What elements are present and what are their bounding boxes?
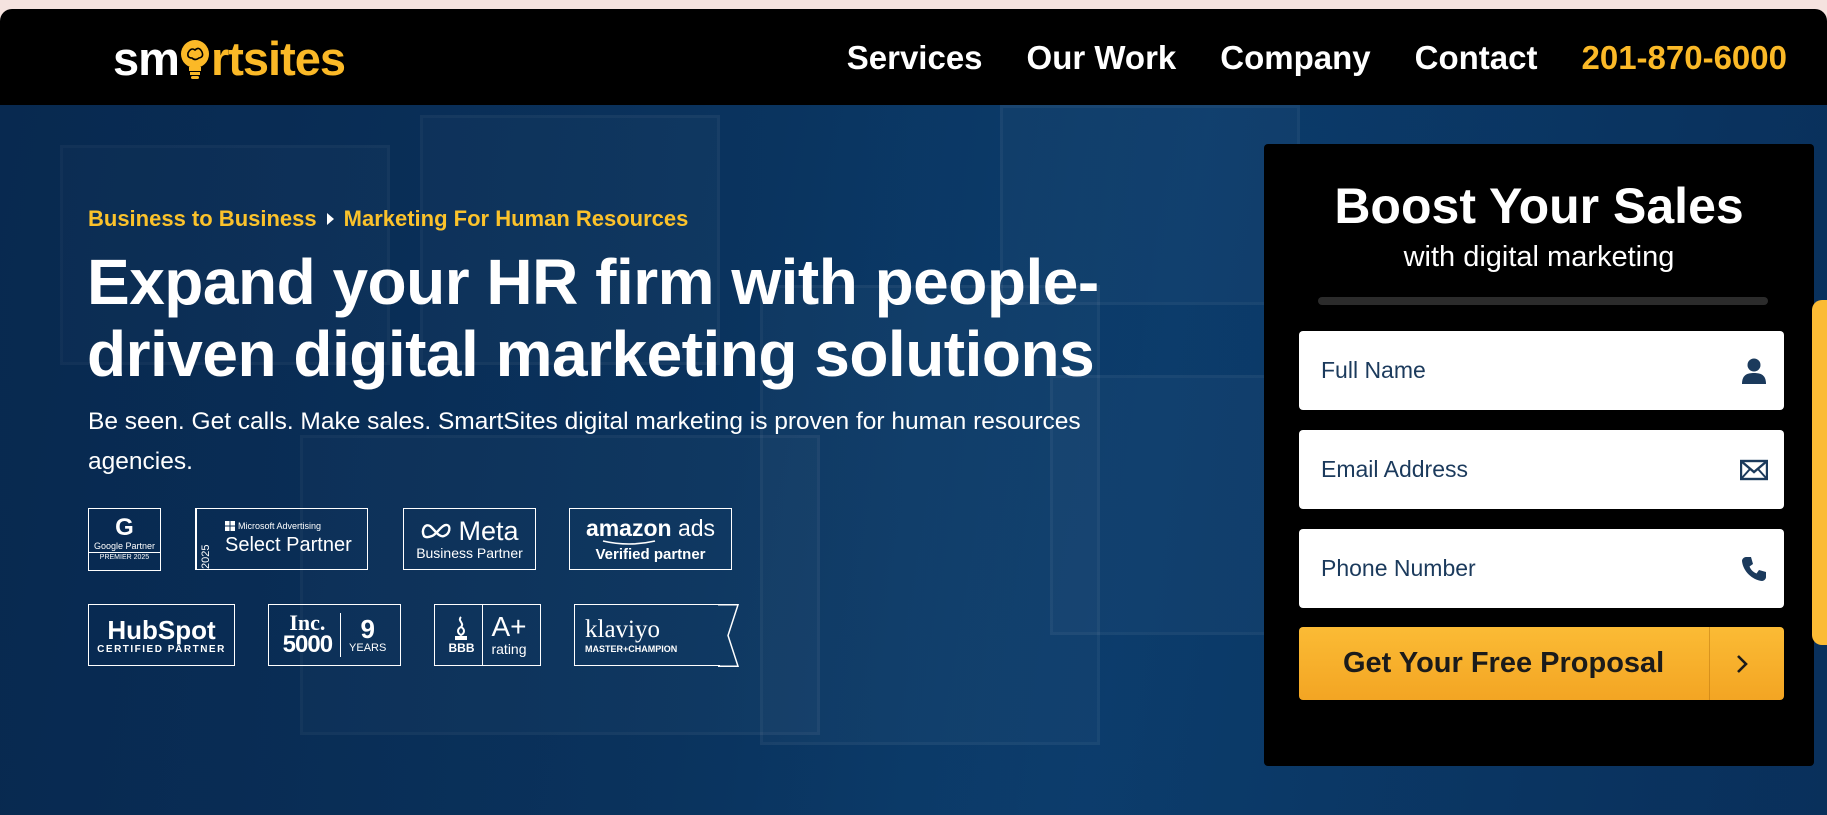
- cta-divider: [1709, 627, 1710, 700]
- page-title: Expand your HR firm with people-driven d…: [87, 246, 1099, 390]
- logo-text-mid: rt: [210, 32, 244, 85]
- nav-services[interactable]: Services: [847, 39, 983, 77]
- nav-contact[interactable]: Contact: [1415, 39, 1538, 77]
- phone-input[interactable]: [1299, 529, 1729, 608]
- klaviyo-champion-label: MASTER+CHAMPION: [585, 644, 678, 654]
- bbb-grade: A+: [491, 611, 527, 642]
- microsoft-badge-text: Microsoft Advertising Select Partner: [215, 521, 352, 557]
- amazon-ads-badge: amazon ads Verified partner: [569, 508, 732, 570]
- klaviyo-brand: klaviyo: [585, 616, 660, 643]
- cta-label: Get Your Free Proposal: [1343, 647, 1665, 679]
- inc-years-count: 9: [360, 614, 375, 644]
- hubspot-certified-label: CERTIFIED PARTNER: [97, 643, 226, 655]
- proposal-form-card: Boost Your Sales with digital marketing …: [1264, 144, 1814, 766]
- lightbulb-icon: [180, 39, 210, 83]
- amazon-ads-brand: amazon ads: [586, 516, 715, 540]
- bbb-torch-icon: [455, 616, 468, 640]
- inc-5000-text: 5000: [282, 631, 333, 658]
- bbb-rating-badge: BBB A+ rating: [434, 604, 541, 666]
- amazon-verified-label: Verified partner: [595, 545, 706, 563]
- nav-our-work[interactable]: Our Work: [1027, 39, 1177, 77]
- get-free-proposal-button[interactable]: Get Your Free Proposal: [1299, 627, 1784, 700]
- user-icon: [1742, 358, 1766, 384]
- form-divider-bar: [1318, 297, 1768, 305]
- envelope-icon: [1740, 459, 1768, 481]
- bbb-text: BBB: [448, 641, 475, 655]
- amazon-ads-suffix: ads: [677, 514, 716, 541]
- microsoft-select-partner: Select Partner: [225, 534, 352, 556]
- hubspot-brand: HubSpot: [107, 614, 216, 645]
- meta-business-partner-badge: Meta Business Partner: [403, 508, 536, 570]
- microsoft-logo-icon: [225, 521, 235, 531]
- microsoft-brand-text: Microsoft Advertising: [238, 521, 322, 531]
- side-widget-tab[interactable]: [1812, 300, 1827, 645]
- logo-text-start: sm: [113, 32, 180, 85]
- breadcrumb: Business to Business Marketing For Human…: [88, 206, 688, 232]
- hubspot-certified-badge: HubSpot CERTIFIED PARTNER: [88, 604, 235, 666]
- microsoft-advertising-badge: 2025 Microsoft Advertising Select Partne…: [195, 508, 368, 570]
- meta-infinity-icon: [422, 523, 452, 539]
- form-subtitle: with digital marketing: [1403, 241, 1675, 273]
- full-name-field: [1299, 331, 1784, 410]
- google-premier-text: PREMIER 2025: [89, 552, 160, 563]
- inc-5000-badge: Inc. 5000 9 YEARS: [268, 604, 401, 666]
- email-field: [1299, 430, 1784, 509]
- bbb-mark: BBB: [448, 605, 484, 665]
- klaviyo-flag-edge-icon: [718, 604, 740, 667]
- main-nav: Services Our Work Company Contact 201-87…: [847, 39, 1787, 77]
- breadcrumb-hr-marketing[interactable]: Marketing For Human Resources: [344, 206, 689, 232]
- meta-brand-text: Meta: [458, 516, 519, 546]
- google-g-logo: G: [115, 514, 134, 541]
- chevron-right-icon: [1737, 655, 1748, 673]
- hero-subtext: Be seen. Get calls. Make sales. SmartSit…: [88, 408, 1081, 475]
- form-title: Boost Your Sales: [1334, 178, 1744, 234]
- meta-brand: Meta: [420, 516, 519, 546]
- google-partner-text: Google Partner: [93, 541, 156, 551]
- breadcrumb-b2b[interactable]: Business to Business: [88, 206, 317, 232]
- bbb-rating-label: rating: [491, 641, 527, 657]
- email-input[interactable]: [1299, 430, 1729, 509]
- smartsites-logo[interactable]: sm rt sites: [113, 31, 346, 86]
- inc-5000-mark: Inc. 5000: [282, 610, 342, 658]
- google-partner-badge: G Google Partner PREMIER 2025: [88, 508, 161, 571]
- microsoft-year: 2025: [196, 509, 215, 569]
- nav-company[interactable]: Company: [1220, 39, 1370, 77]
- top-navbar: sm rt sites Services Our Work Company Co…: [0, 9, 1827, 105]
- phone-icon: [1742, 557, 1766, 581]
- amazon-brand-text: amazon: [585, 514, 672, 541]
- logo-text-end: sites: [242, 32, 346, 85]
- full-name-input[interactable]: [1299, 331, 1729, 410]
- phone-field: [1299, 529, 1784, 608]
- meta-partner-label: Business Partner: [416, 545, 523, 561]
- nav-phone-link[interactable]: 201-870-6000: [1581, 39, 1787, 77]
- inc-text: Inc.: [289, 610, 326, 635]
- bbb-grade-block: A+ rating: [483, 611, 527, 658]
- inc-years-label: YEARS: [349, 642, 387, 654]
- klaviyo-badge: klaviyo MASTER+CHAMPION: [574, 604, 740, 667]
- microsoft-brand: Microsoft Advertising: [225, 521, 321, 531]
- inc-years: 9 YEARS: [341, 616, 386, 654]
- breadcrumb-caret-icon: [326, 213, 334, 225]
